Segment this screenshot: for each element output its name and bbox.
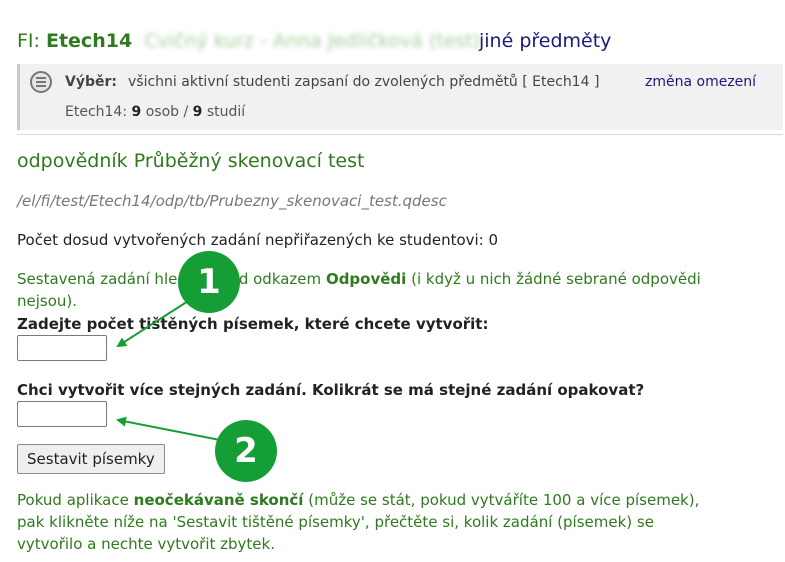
- callout-arrow-2: [116, 416, 221, 441]
- callout-badge-1: 1: [178, 251, 240, 313]
- callout-arrow-1: [116, 295, 197, 348]
- callout-badge-2: 2: [215, 420, 277, 482]
- callout-arrows: [116, 295, 221, 441]
